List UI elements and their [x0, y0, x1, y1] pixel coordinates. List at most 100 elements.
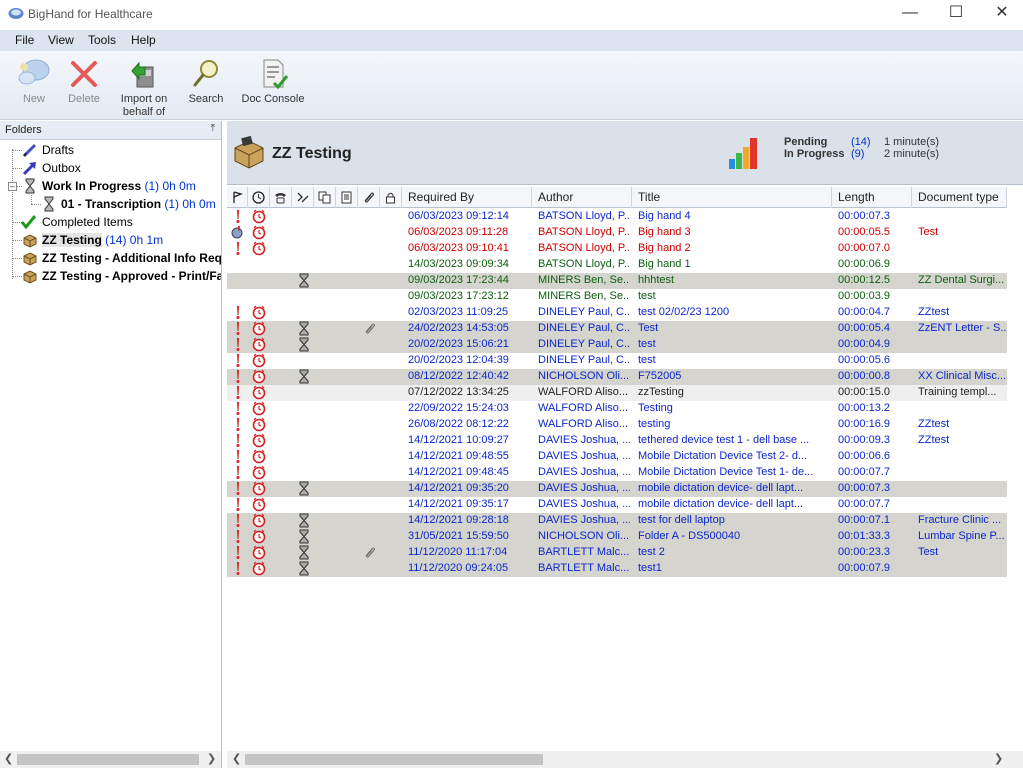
table-row[interactable]: 11/12/2020 11:17:04 BARTLETT Malc... test …	[227, 545, 1007, 561]
alarm-clock-icon	[252, 305, 266, 320]
menu-file[interactable]: File	[15, 33, 34, 47]
in-progress-time: 2 minute(s)	[884, 148, 940, 160]
cell-required-by: 06/03/2023 09:10:41	[408, 242, 509, 254]
table-row[interactable]: 06/03/2023 09:11:28 BATSON Lloyd, P... Big…	[227, 225, 1007, 241]
cell-required-by: 02/03/2023 11:09:25	[408, 306, 509, 318]
box-folder-icon	[23, 234, 37, 248]
table-row[interactable]: 09/03/2023 17:23:44 MINERS Ben, Se... hhht…	[227, 273, 1007, 289]
speech-bubble-icon	[18, 59, 50, 85]
cell-title: Folder A - DS500040	[638, 530, 741, 542]
table-row[interactable]: 31/05/2021 15:59:50 NICHOLSON Oli... Folde…	[227, 529, 1007, 545]
scrollbar-thumb[interactable]	[17, 754, 199, 765]
scroll-right-icon[interactable]: ❯	[207, 752, 216, 765]
cell-author: WALFORD Aliso...	[538, 418, 629, 430]
column-lock[interactable]	[380, 187, 402, 208]
table-row[interactable]: 06/03/2023 09:12:14 BATSON Lloyd, P... Big…	[227, 209, 1007, 225]
table-row[interactable]: 26/08/2022 08:12:22 WALFORD Aliso... testi…	[227, 417, 1007, 433]
column-copy[interactable]	[314, 187, 336, 208]
scrollbar-thumb[interactable]	[245, 754, 543, 765]
cell-required-by: 14/12/2021 10:09:27	[408, 434, 509, 446]
table-row[interactable]: 08/12/2022 12:40:42 NICHOLSON Oli... F7520…	[227, 369, 1007, 385]
table-row[interactable]: 14/12/2021 09:35:17 DAVIES Joshua, ... mob…	[227, 497, 1007, 513]
grid-horizontal-scrollbar[interactable]: ❮ ❯	[227, 751, 1023, 768]
scroll-right-icon[interactable]: ❯	[994, 752, 1003, 765]
column-sign[interactable]	[292, 187, 314, 208]
column-document[interactable]	[336, 187, 358, 208]
column-flag[interactable]	[227, 187, 248, 208]
tree-item-zz-approved[interactable]: ZZ Testing - Approved - Print/Fail	[22, 267, 221, 285]
column-length[interactable]: Length	[832, 187, 912, 208]
menu-tools[interactable]: Tools	[88, 33, 116, 47]
maximize-button[interactable]: ☐	[933, 0, 979, 28]
table-row[interactable]: 14/12/2021 09:48:45 DAVIES Joshua, ... Mob…	[227, 465, 1007, 481]
table-row[interactable]: 07/12/2022 13:34:25 WALFORD Aliso... zzTes…	[227, 385, 1007, 401]
cell-document-type: ZzENT Letter - S...	[918, 322, 1007, 334]
signature-icon	[297, 192, 309, 203]
minimize-button[interactable]: —	[887, 0, 933, 28]
column-author[interactable]: Author	[532, 187, 632, 208]
priority-exclamation-icon	[236, 386, 240, 399]
table-row[interactable]: 14/12/2021 09:28:18 DAVIES Joshua, ... tes…	[227, 513, 1007, 529]
cell-length: 00:00:23.3	[838, 546, 890, 558]
grid-vertical-scroll-area	[1007, 187, 1023, 752]
column-attachment[interactable]	[358, 187, 380, 208]
column-title[interactable]: Title	[632, 187, 832, 208]
document-icon	[341, 191, 352, 204]
delete-button[interactable]: Delete	[62, 53, 106, 117]
cell-title: test 2	[638, 546, 665, 558]
cell-length: 00:00:07.0	[838, 242, 890, 254]
folders-horizontal-scrollbar[interactable]: ❮ ❯	[0, 751, 221, 768]
table-row[interactable]: 14/12/2021 10:09:27 DAVIES Joshua, ... tet…	[227, 433, 1007, 449]
tree-label-zz-additional: ZZ Testing - Additional Info Req'd	[42, 251, 221, 265]
scroll-left-icon[interactable]: ❮	[4, 752, 13, 765]
column-phone[interactable]	[270, 187, 292, 208]
column-timer[interactable]	[248, 187, 270, 208]
menu-help[interactable]: Help	[131, 33, 156, 47]
import-on-behalf-button[interactable]: Import on behalf of	[112, 53, 176, 118]
table-row[interactable]: 09/03/2023 17:23:12 MINERS Ben, Se... test…	[227, 289, 1007, 305]
table-row[interactable]: 14/12/2021 09:35:20 DAVIES Joshua, ... mob…	[227, 481, 1007, 497]
search-button[interactable]: Search	[184, 53, 228, 117]
table-row[interactable]: 11/12/2020 09:24:05 BARTLETT Malc... test1…	[227, 561, 1007, 577]
cell-author: DAVIES Joshua, ...	[538, 450, 630, 462]
cell-required-by: 11/12/2020 11:17:04	[408, 546, 508, 558]
cell-author: WALFORD Aliso...	[538, 386, 629, 398]
folder-header: ZZ Testing Pending (14) 1 minute(s) In P…	[227, 121, 1023, 185]
cell-author: BARTLETT Malc...	[538, 546, 630, 558]
cell-required-by: 14/12/2021 09:35:20	[408, 482, 509, 494]
close-button[interactable]: ✕	[979, 0, 1023, 28]
cell-title: mobile dictation device- dell lapt...	[638, 482, 804, 494]
table-row[interactable]: 24/02/2023 14:53:05 DINELEY Paul, C... Tes…	[227, 321, 1007, 337]
table-row[interactable]: 14/12/2021 09:48:55 DAVIES Joshua, ... Mob…	[227, 449, 1007, 465]
column-required-by[interactable]: Required By	[402, 187, 532, 208]
folders-pane: Folders ⤒ Drafts Outbox – Work In Progre…	[0, 121, 222, 768]
table-row[interactable]: 20/02/2023 12:04:39 DINELEY Paul, C... tes…	[227, 353, 1007, 369]
table-row[interactable]: 20/02/2023 15:06:21 DINELEY Paul, C... tes…	[227, 337, 1007, 353]
pin-icon[interactable]: ⤒	[211, 123, 215, 134]
priority-exclamation-icon	[236, 242, 240, 255]
cell-length: 00:00:07.7	[838, 498, 890, 510]
cell-length: 00:00:15.0	[838, 386, 890, 398]
table-row[interactable]: 02/03/2023 11:09:25 DINELEY Paul, C... tes…	[227, 305, 1007, 321]
table-row[interactable]: 14/03/2023 09:09:34 BATSON Lloyd, P... Big…	[227, 257, 1007, 273]
table-row[interactable]: 06/03/2023 09:10:41 BATSON Lloyd, P... Big…	[227, 241, 1007, 257]
scroll-left-icon[interactable]: ❮	[232, 752, 241, 765]
cell-length: 00:00:03.9	[838, 290, 890, 302]
cell-title: Big hand 3	[638, 226, 691, 238]
new-button[interactable]: New	[12, 53, 56, 117]
table-row[interactable]: 22/09/2022 15:24:03 WALFORD Aliso... Testi…	[227, 401, 1007, 417]
cell-document-type	[918, 258, 1007, 272]
tree-label-outbox: Outbox	[42, 161, 81, 175]
cell-author: MINERS Ben, Se...	[538, 274, 630, 286]
cell-length: 00:00:04.7	[838, 306, 890, 318]
box-folder-icon	[23, 252, 37, 266]
tree-item-zz-additional-info[interactable]: ZZ Testing - Additional Info Req'd	[22, 249, 221, 267]
alarm-clock-icon	[252, 417, 266, 432]
collapse-wip-icon[interactable]: –	[8, 182, 17, 191]
phone-icon	[275, 193, 286, 204]
menu-view[interactable]: View	[48, 33, 74, 47]
clock-icon	[252, 191, 265, 204]
column-document-type[interactable]: Document type	[912, 187, 1007, 208]
doc-console-button[interactable]: Doc Console	[236, 53, 310, 117]
cell-required-by: 07/12/2022 13:34:25	[408, 386, 509, 398]
